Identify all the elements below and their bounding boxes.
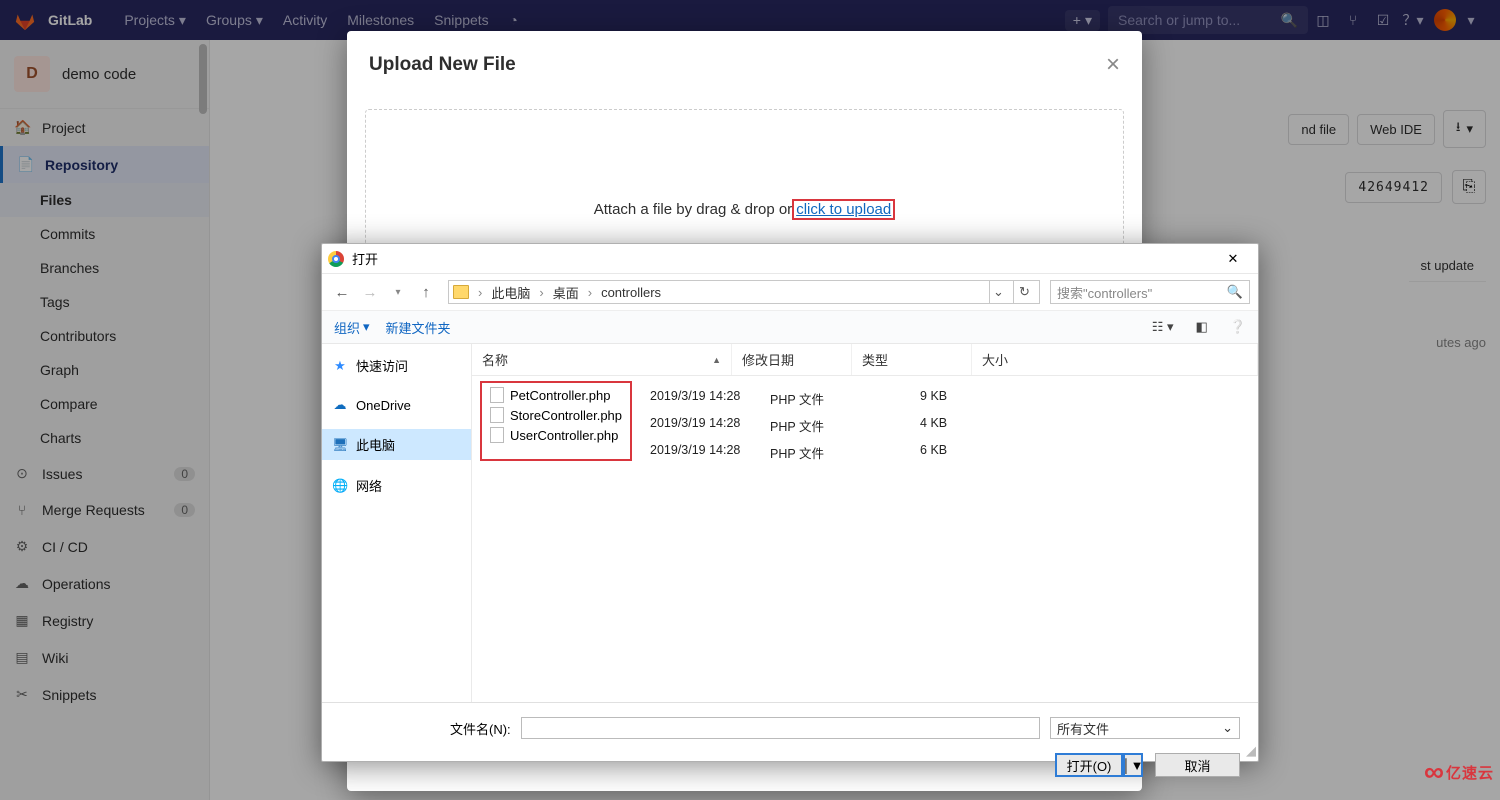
folder-tree: ★快速访问 ☁OneDrive 🖥此电脑 🌐网络: [322, 344, 472, 702]
filename-input[interactable]: [521, 717, 1040, 739]
tree-quick-access[interactable]: ★快速访问: [322, 350, 471, 381]
folder-search[interactable]: 搜索"controllers" 🔍: [1050, 280, 1250, 304]
crumb-controllers[interactable]: controllers: [601, 285, 661, 300]
tree-this-pc[interactable]: 🖥此电脑: [322, 429, 471, 460]
resize-grip[interactable]: ◢: [1246, 743, 1256, 759]
view-options-button[interactable]: ☷ ▾: [1152, 319, 1174, 335]
column-headers[interactable]: 名称▲ 修改日期 类型 大小: [472, 344, 1258, 376]
recent-locations[interactable]: ▾: [386, 287, 410, 298]
folder-icon: [453, 285, 469, 299]
forward-button[interactable]: →: [358, 284, 382, 301]
open-button-split[interactable]: │▼: [1123, 753, 1143, 777]
new-folder-button[interactable]: 新建文件夹: [386, 318, 451, 337]
watermark: ∞亿速云: [1424, 756, 1494, 788]
sort-asc-icon: ▲: [712, 355, 721, 365]
refresh-button[interactable]: ↻: [1013, 281, 1035, 303]
modal-close-button[interactable]: ×: [1106, 51, 1120, 79]
file-icon: [490, 407, 504, 423]
open-button[interactable]: 打开(O): [1055, 753, 1123, 777]
file-item[interactable]: PetController.php: [484, 385, 628, 405]
col-name[interactable]: 名称▲: [472, 344, 732, 375]
organize-menu[interactable]: 组织 ▾: [334, 318, 370, 337]
network-icon: 🌐: [332, 478, 348, 494]
file-icon: [490, 427, 504, 443]
file-item[interactable]: UserController.php: [484, 425, 628, 445]
monitor-icon: 🖥: [332, 437, 348, 453]
search-icon: 🔍: [1227, 284, 1243, 300]
crumb-thispc[interactable]: 此电脑: [491, 283, 530, 302]
col-type[interactable]: 类型: [852, 344, 972, 375]
filename-label: 文件名(N):: [340, 719, 511, 738]
cancel-button[interactable]: 取消: [1155, 753, 1240, 777]
file-item[interactable]: StoreController.php: [484, 405, 628, 425]
up-button[interactable]: ↑: [414, 284, 438, 301]
tree-network[interactable]: 🌐网络: [322, 470, 471, 501]
file-type-filter[interactable]: 所有文件⌄: [1050, 717, 1240, 739]
star-icon: ★: [332, 358, 348, 374]
file-dialog: 打开 ✕ ← → ▾ ↑ › 此电脑 › 桌面 › controllers ⌄ …: [321, 243, 1259, 762]
highlighted-files: PetController.php StoreController.php Us…: [480, 381, 632, 461]
address-bar[interactable]: › 此电脑 › 桌面 › controllers ⌄ ↻: [448, 280, 1040, 304]
file-icon: [490, 387, 504, 403]
dialog-close-button[interactable]: ✕: [1214, 245, 1252, 273]
crumb-desktop[interactable]: 桌面: [553, 283, 579, 302]
dialog-title: 打开: [352, 249, 1206, 268]
help-button[interactable]: ❔: [1230, 319, 1246, 335]
preview-pane-button[interactable]: ◧: [1196, 319, 1208, 335]
chrome-icon: [328, 251, 344, 267]
cloud-icon: ☁: [332, 397, 348, 413]
click-to-upload-link[interactable]: click to upload: [796, 201, 891, 218]
modal-title: Upload New File: [369, 54, 516, 76]
col-size[interactable]: 大小: [972, 344, 1258, 375]
tree-onedrive[interactable]: ☁OneDrive: [322, 391, 471, 419]
dropzone-text: Attach a file by drag & drop or: [594, 201, 792, 218]
address-dropdown[interactable]: ⌄: [989, 281, 1007, 303]
col-date[interactable]: 修改日期: [732, 344, 852, 375]
back-button[interactable]: ←: [330, 284, 354, 301]
file-list: 名称▲ 修改日期 类型 大小 PetController.php StoreCo…: [472, 344, 1258, 702]
